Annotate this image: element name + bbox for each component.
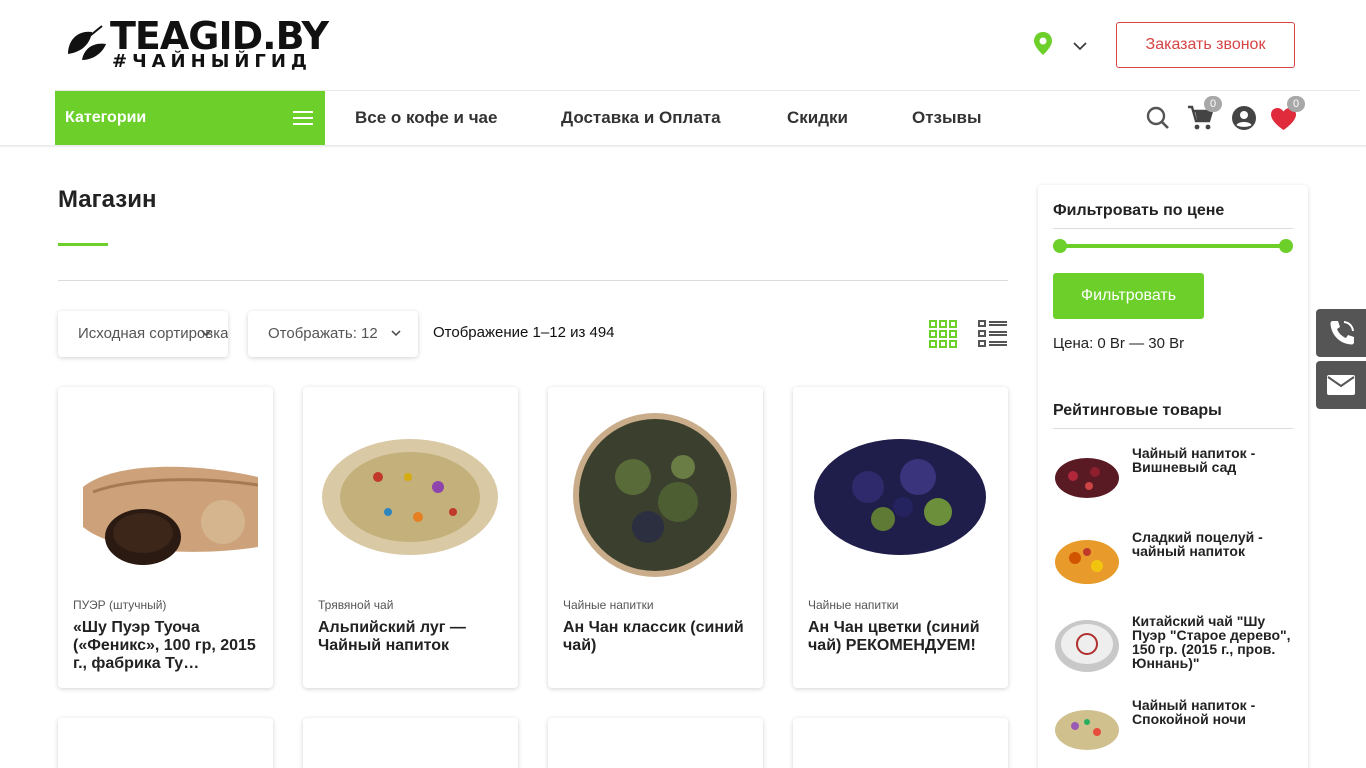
nav-item-about[interactable]: Все о кофе и чае <box>355 91 497 145</box>
sidebar-divider <box>1053 428 1293 429</box>
product-category: Чайные напитки <box>808 598 899 612</box>
nav-item-reviews[interactable]: Отзывы <box>912 91 982 145</box>
rated-products-title: Рейтинговые товары <box>1053 402 1222 419</box>
shop-sidebar: Фильтровать по цене Фильтровать Цена: 0 … <box>1038 185 1308 768</box>
page-title: Магазин <box>58 186 157 213</box>
rated-product[interactable]: Китайский чай "Шу Пуэр "Старое дерево", … <box>1053 614 1293 694</box>
header-shadow <box>0 145 1366 148</box>
chevron-down-icon <box>391 330 401 337</box>
categories-label: Категории <box>65 109 147 126</box>
result-count: Отображение 1–12 из 494 <box>433 324 615 341</box>
wishlist-count-badge: 0 <box>1287 96 1305 112</box>
product-card[interactable] <box>548 718 763 768</box>
product-category: ПУЭР (штучный) <box>73 598 167 612</box>
request-call-button[interactable]: Заказать звонок <box>1116 22 1295 68</box>
product-image <box>83 466 258 565</box>
mail-icon <box>1327 375 1355 395</box>
site-logo[interactable]: TEAGID.BY #ЧАЙНЫЙГИД <box>62 16 342 74</box>
location-pin-icon <box>1034 32 1052 55</box>
rated-product-image <box>1055 540 1119 584</box>
product-card[interactable] <box>58 718 273 768</box>
leaf-logo-icon <box>68 25 106 60</box>
price-filter-title: Фильтровать по цене <box>1053 202 1225 219</box>
rated-product-name: Сладкий поцелуй - чайный напиток <box>1132 529 1263 559</box>
chevron-down-icon <box>1073 42 1087 51</box>
nav-item-discounts[interactable]: Скидки <box>787 91 848 145</box>
search-icon[interactable] <box>1146 106 1170 130</box>
title-accent-line <box>58 243 108 246</box>
logo-subtitle: #ЧАЙНЫЙГИД <box>112 51 312 72</box>
product-image <box>814 439 986 555</box>
rated-product[interactable]: Сладкий поцелуй - чайный напиток <box>1053 530 1293 610</box>
cart-count-badge: 0 <box>1204 96 1222 112</box>
price-range-label: Цена: 0 Br — 30 Br <box>1053 335 1185 352</box>
product-title[interactable]: Ан Чан цветки (синий чай) РЕКОМЕНДУЕМ! <box>808 619 994 655</box>
product-card[interactable]: Трявяной чай Альпийский луг — Чайный нап… <box>303 387 518 688</box>
rated-product-name: Чайный напиток - Вишневый сад <box>1132 445 1256 475</box>
rated-product[interactable]: Чайный напиток - Спокойной ночи <box>1053 698 1293 768</box>
rated-product-image <box>1055 458 1119 498</box>
site-header: TEAGID.BY #ЧАЙНЫЙГИД Заказать звонок Кат… <box>0 0 1366 145</box>
per-page-select[interactable]: Отображать: 12 <box>248 311 418 357</box>
grid-view-icon[interactable] <box>929 320 957 348</box>
phone-icon <box>1330 321 1354 345</box>
per-page-select-value: Отображать: 12 <box>268 325 378 342</box>
product-card[interactable] <box>793 718 1008 768</box>
product-card[interactable]: Чайные напитки Ан Чан классик (синий чай… <box>548 387 763 688</box>
product-title[interactable]: Ан Чан классик (синий чай) <box>563 619 749 655</box>
sort-select[interactable]: Исходная сортировка <box>58 311 228 357</box>
nav-item-delivery[interactable]: Доставка и Оплата <box>561 91 721 145</box>
rated-product-name: Чайный напиток - Спокойной ночи <box>1132 697 1256 727</box>
chevron-down-icon <box>201 330 211 337</box>
logo-title: TEAGID.BY <box>110 14 329 58</box>
mail-contact-tab[interactable] <box>1316 361 1366 409</box>
rated-product-name: Китайский чай "Шу Пуэр "Старое дерево", … <box>1132 613 1291 671</box>
rated-product-image <box>1055 620 1119 672</box>
product-category: Чайные напитки <box>563 598 654 612</box>
price-slider-track[interactable] <box>1060 244 1286 248</box>
rated-product[interactable]: Чайный напиток - Вишневый сад <box>1053 446 1293 526</box>
categories-menu-button[interactable]: Категории <box>55 91 325 145</box>
product-card[interactable]: Чайные напитки Ан Чан цветки (синий чай)… <box>793 387 1008 688</box>
product-image <box>573 413 737 577</box>
price-slider-min-handle[interactable] <box>1053 239 1067 253</box>
product-image <box>322 439 498 555</box>
product-card[interactable] <box>303 718 518 768</box>
list-view-icon[interactable] <box>978 319 1008 349</box>
product-category: Трявяной чай <box>318 598 394 612</box>
price-slider-max-handle[interactable] <box>1279 239 1293 253</box>
phone-contact-tab[interactable] <box>1316 309 1366 357</box>
product-title[interactable]: Альпийский луг — Чайный напиток <box>318 619 504 655</box>
menu-icon <box>293 111 313 125</box>
product-card[interactable]: ПУЭР (штучный) «Шу Пуэр Туоча («Феникс»,… <box>58 387 273 688</box>
location-selector[interactable] <box>1033 32 1093 58</box>
sidebar-divider <box>1053 228 1293 229</box>
product-title[interactable]: «Шу Пуэр Туоча («Феникс», 100 гр, 2015 г… <box>73 619 259 673</box>
user-icon[interactable] <box>1232 106 1256 130</box>
content-divider <box>58 280 1008 281</box>
rated-product-image <box>1055 710 1119 750</box>
filter-button[interactable]: Фильтровать <box>1053 273 1204 319</box>
